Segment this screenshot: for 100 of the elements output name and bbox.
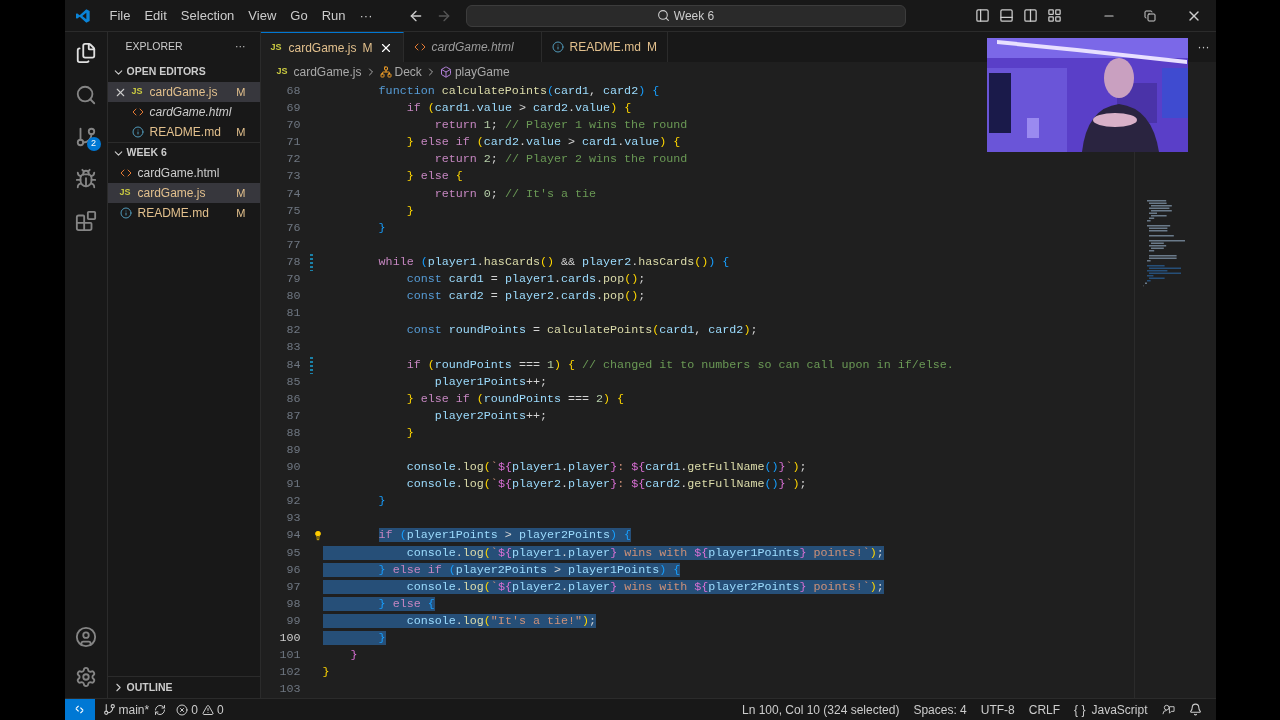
modified-label: M	[236, 185, 246, 201]
menu-item[interactable]: Go	[283, 5, 315, 26]
explorer-row[interactable]: cardGame.html	[107, 163, 260, 183]
code-line: }	[377, 493, 386, 511]
menu-item[interactable]: Selection	[173, 5, 242, 26]
line-ending-status[interactable]: CRLF	[1028, 700, 1061, 719]
code-line: } else if (roundPoints === 2) {	[405, 390, 625, 408]
branch-icon	[102, 703, 116, 716]
toggle-panel-icon[interactable]	[998, 8, 1014, 23]
error-icon	[176, 703, 189, 716]
editor-tab[interactable]: README.md M	[541, 32, 668, 62]
menu-item[interactable]: View	[241, 5, 284, 26]
modified-label: M	[362, 39, 373, 57]
code-line: while (player1.hasCards() && player2.hasCards()) {	[377, 253, 730, 271]
editor-tab[interactable]: cardGame.html	[403, 32, 542, 62]
explorer-row[interactable]: JS cardGame.js M	[107, 183, 260, 203]
restore-icon[interactable]	[1143, 9, 1156, 22]
section-header[interactable]: WEEK 6	[107, 143, 260, 163]
more-actions-button[interactable]: ···	[1197, 38, 1210, 56]
code-line: console.log(`${player1.player} wins with ${player1Points} points!`);	[322, 544, 884, 562]
remote-button[interactable]	[64, 699, 95, 720]
language-icon: { }	[1074, 700, 1086, 719]
method-icon	[439, 66, 452, 78]
explorer-row[interactable]: README.md M	[107, 203, 260, 223]
line-number: 93	[285, 510, 301, 528]
editor-tab[interactable]: JS cardGame.js M	[260, 32, 404, 62]
code-line: }	[405, 424, 414, 442]
search-icon[interactable]	[74, 84, 97, 106]
file-name: cardGame.html	[149, 104, 233, 121]
code-line: } else {	[322, 595, 435, 613]
code-line: return 0; // It's a tie	[433, 185, 597, 203]
error-count[interactable]: 0	[191, 700, 198, 719]
breadcrumb-item[interactable]: playGame	[454, 63, 510, 81]
breadcrumb-item[interactable]: cardGame.js	[293, 63, 362, 81]
code-line: } else {	[405, 168, 463, 186]
extensions-icon[interactable]	[74, 210, 97, 232]
file-name: cardGame.html	[137, 165, 221, 182]
code-line: if (roundPoints === 1) { // changed it to numbers so can call upon in if/else.	[405, 356, 954, 374]
line-number: 85	[285, 373, 301, 391]
more-actions-button[interactable]: ···	[235, 39, 246, 55]
file-name: cardGame.js	[149, 84, 219, 101]
line-number: 83	[285, 339, 301, 357]
lightbulb-icon[interactable]	[312, 529, 323, 543]
code-line: if (card1.value > card2.value) {	[405, 100, 632, 118]
explorer-icon[interactable]	[74, 42, 97, 64]
line-number: 97	[285, 578, 301, 596]
line-number: 75	[285, 202, 301, 220]
menu-item[interactable]: File	[102, 5, 138, 26]
encoding-status[interactable]: UTF-8	[980, 700, 1015, 719]
code-line: console.log("It's a tie!");	[322, 612, 597, 630]
command-center[interactable]: Week 6	[465, 4, 906, 27]
layout-icon[interactable]	[1046, 8, 1062, 23]
line-number: 103	[278, 681, 301, 699]
settings-icon[interactable]	[74, 666, 97, 688]
code-line: console.log(`${player1.player}: ${card1.getFullName()}`);	[405, 459, 807, 477]
sync-icon[interactable]	[154, 703, 167, 716]
line-number: 72	[285, 151, 301, 169]
line-number: 95	[285, 544, 301, 562]
warning-count[interactable]: 0	[216, 700, 224, 719]
split-editor-icon[interactable]	[1022, 8, 1038, 23]
menu-item[interactable]: ···	[352, 5, 380, 26]
html-file-icon	[119, 167, 132, 179]
tab-title: cardGame.html	[431, 39, 514, 56]
code-line: function calculatePoints(card1, card2) {	[377, 83, 660, 100]
line-number: 80	[285, 288, 301, 306]
indentation-status[interactable]: Spaces: 4	[913, 700, 967, 719]
search-icon	[656, 9, 670, 22]
line-number: 69	[285, 100, 301, 118]
code-line: } else if (player2Points > player1Points) {	[322, 561, 681, 579]
language-mode[interactable]: JavaScript	[1091, 700, 1148, 719]
section-header[interactable]: OPEN EDITORS	[107, 62, 260, 82]
line-number: 100	[278, 630, 301, 647]
line-number: 73	[285, 168, 301, 186]
code-line: return 2; // Player 2 wins the round	[433, 151, 688, 169]
js-file-icon: JS	[270, 40, 285, 55]
line-number: 98	[285, 595, 301, 613]
code-line: player1Points++;	[433, 373, 547, 391]
explorer-row[interactable]: JS cardGame.js M	[107, 82, 260, 102]
run-debug-icon[interactable]	[74, 168, 97, 190]
toggle-sidebar-icon[interactable]	[974, 8, 990, 23]
notifications-icon[interactable]	[1188, 703, 1202, 716]
explorer-row[interactable]: README.md M	[107, 122, 260, 142]
line-number: 70	[285, 117, 301, 135]
menu-item[interactable]: Edit	[137, 5, 174, 26]
cursor-position[interactable]: Ln 100, Col 10 (324 selected)	[741, 700, 900, 719]
explorer-row[interactable]: cardGame.html	[107, 102, 260, 122]
warning-icon	[201, 703, 214, 716]
feedback-icon[interactable]	[1161, 703, 1175, 716]
menu-item[interactable]: Run	[314, 5, 353, 26]
account-icon[interactable]	[74, 626, 97, 648]
code-line: }	[349, 647, 358, 665]
file-name: README.md	[149, 124, 222, 141]
branch-name[interactable]: main*	[118, 700, 150, 719]
breadcrumb-item[interactable]: Deck	[394, 63, 422, 81]
command-center-text: Week 6	[673, 7, 715, 25]
line-number: 78	[285, 253, 301, 271]
code-line: player2Points++;	[433, 407, 547, 425]
code-line: }	[405, 202, 414, 220]
line-number: 99	[285, 612, 301, 630]
line-number: 91	[285, 476, 301, 494]
